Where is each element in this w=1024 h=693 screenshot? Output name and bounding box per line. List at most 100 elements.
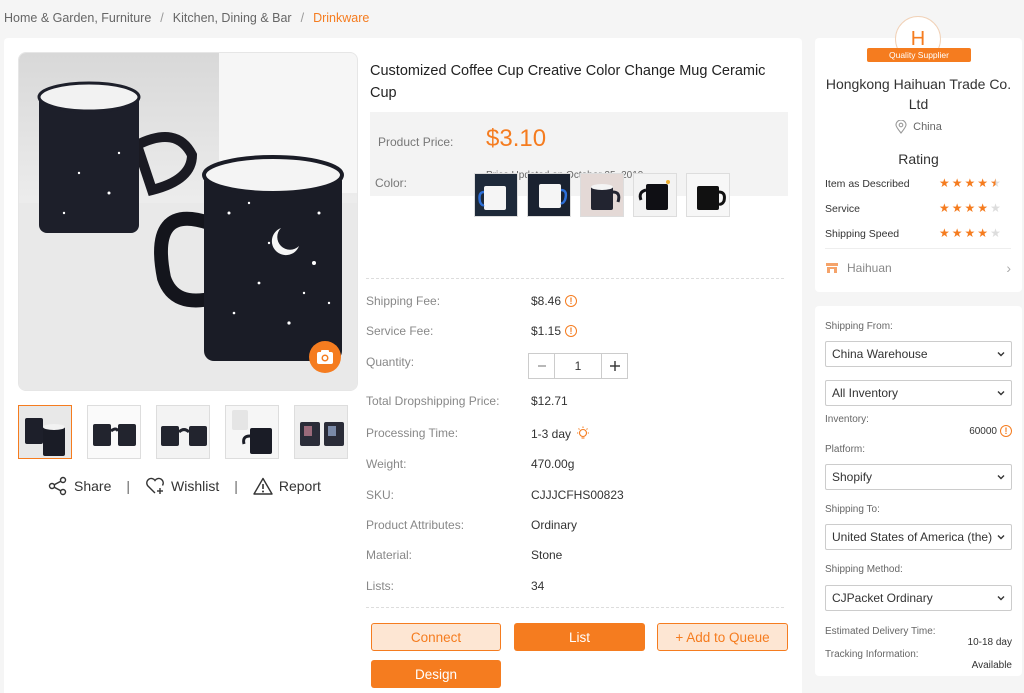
star-rating: ★ ★ ★ ★ ★ [939,202,1001,214]
inventory-row: Inventory: 60000! [825,414,1012,437]
divider [366,607,784,608]
rating-row-shipping: Shipping Speed ★ ★ ★ ★ ★ [825,227,1015,240]
add-to-queue-button[interactable]: + Add to Queue [657,623,788,651]
shop-name: Haihuan [847,261,892,275]
lists-row: Lists: 34 [366,579,786,597]
service-fee-label: Service Fee: [366,324,434,338]
color-swatch-4[interactable] [633,173,677,217]
attributes-value: Ordinary [531,518,578,532]
heart-plus-icon [146,477,164,494]
breadcrumb-home-garden[interactable]: Home & Garden, Furniture [4,11,151,25]
star-icon: ★ [939,201,950,215]
main-product-image[interactable] [18,52,358,391]
warning-icon [253,477,273,495]
star-icon: ★ [964,201,976,215]
star-icon: ★ [951,226,963,240]
lists-value: 34 [531,579,545,593]
quantity-input[interactable]: 1 [554,354,602,378]
social-divider: | [126,478,130,494]
platform-value: Shopify [832,470,873,484]
star-icon: ★ [964,176,976,190]
wishlist-button[interactable]: Wishlist [145,477,219,495]
rating-label: Item as Described [825,178,910,190]
divider [366,278,784,279]
chevron-right-icon: › [1006,260,1011,276]
info-icon[interactable]: ! [1000,425,1012,437]
supplier-location: China [815,120,1022,134]
supplier-shop-link[interactable]: Haihuan › [825,260,1011,276]
shipping-method-select[interactable]: CJPacket Ordinary [825,585,1012,611]
empty-star-icon: ★ [990,201,1001,215]
star-rating: ★ ★ ★ ★ ★ [939,177,1001,189]
thumbnail-4[interactable] [225,405,279,459]
social-actions: Share | Wishlist | Report [48,476,321,496]
quantity-stepper: 1 [528,353,628,379]
wishlist-label: Wishlist [171,478,220,494]
star-icon: ★ [939,226,950,240]
image-search-button[interactable] [309,341,341,373]
rating-label: Service [825,203,861,215]
platform-select[interactable]: Shopify [825,464,1012,490]
material-value: Stone [531,548,563,562]
shipping-to-select[interactable]: United States of America (the) [825,524,1012,550]
inventory-select[interactable]: All Inventory [825,380,1012,406]
shipping-panel: Shipping From: China Warehouse All Inven… [815,306,1022,676]
quantity-label: Quantity: [366,355,415,369]
thumbnail-2[interactable] [87,405,141,459]
delivery-time-label: Estimated Delivery Time: [825,626,936,637]
camera-search-icon [317,350,333,364]
sku-value: CJJJCFHS00823 [531,488,624,502]
color-swatch-2[interactable] [527,173,571,217]
weight-value: 470.00g [531,457,575,471]
tracking-label: Tracking Information: [825,649,919,660]
color-swatch-5[interactable] [686,173,730,217]
report-button[interactable]: Report [253,477,321,495]
quantity-increment-button[interactable] [602,354,627,378]
share-label: Share [74,478,112,494]
chevron-down-icon [997,391,1005,396]
product-title: Customized Coffee Cup Creative Color Cha… [370,63,766,101]
color-label: Color: [375,176,408,190]
shipping-method-value: CJPacket Ordinary [832,591,933,605]
location-label: China [913,121,942,133]
material-label: Material: [366,548,413,562]
star-rating: ★ ★ ★ ★ ★ [939,227,1001,239]
star-icon: ★ [977,201,989,215]
info-icon[interactable]: ! [565,295,578,307]
breadcrumb-drinkware[interactable]: Drinkware [313,11,369,25]
thumbnail-5[interactable] [294,405,348,459]
shipping-from-select[interactable]: China Warehouse [825,341,1012,367]
report-label: Report [278,478,321,494]
star-icon: ★ [964,226,976,240]
chevron-down-icon [997,352,1005,357]
shipping-fee-label: Shipping Fee: [366,294,441,308]
color-swatch-3[interactable] [580,173,624,217]
breadcrumb-separator: / [300,11,305,25]
sku-label: SKU: [366,488,395,502]
design-button[interactable]: Design [371,660,501,688]
shipping-to-label: Shipping To: [825,504,880,515]
rating-label: Shipping Speed [825,228,900,240]
delivery-time-row: Estimated Delivery Time: 10-18 day [825,626,1012,648]
share-icon [48,476,67,496]
share-button[interactable]: Share [48,476,111,496]
attributes-label: Product Attributes: [366,518,465,532]
shipping-method-label: Shipping Method: [825,564,903,575]
half-star-icon: ★ [990,176,1001,190]
lightbulb-icon[interactable] [575,426,591,442]
rating-title: Rating [898,151,939,167]
info-icon[interactable]: ! [565,325,578,337]
breadcrumb-kitchen[interactable]: Kitchen, Dining & Bar [173,11,292,25]
color-swatch-1[interactable] [474,173,518,217]
connect-button[interactable]: Connect [371,623,501,651]
empty-star-icon: ★ [990,226,1001,240]
service-fee-value: $1.15 [531,324,562,338]
supplier-name[interactable]: Hongkong Haihuan Trade Co. Ltd [815,74,1022,114]
quantity-decrement-button[interactable] [529,354,554,378]
delivery-time-value: 10-18 day [967,637,1012,648]
thumbnail-1[interactable] [18,405,72,459]
list-button[interactable]: List [514,623,645,651]
inventory-value: 60000 [969,425,997,437]
chevron-down-icon [997,475,1005,480]
thumbnail-3[interactable] [156,405,210,459]
